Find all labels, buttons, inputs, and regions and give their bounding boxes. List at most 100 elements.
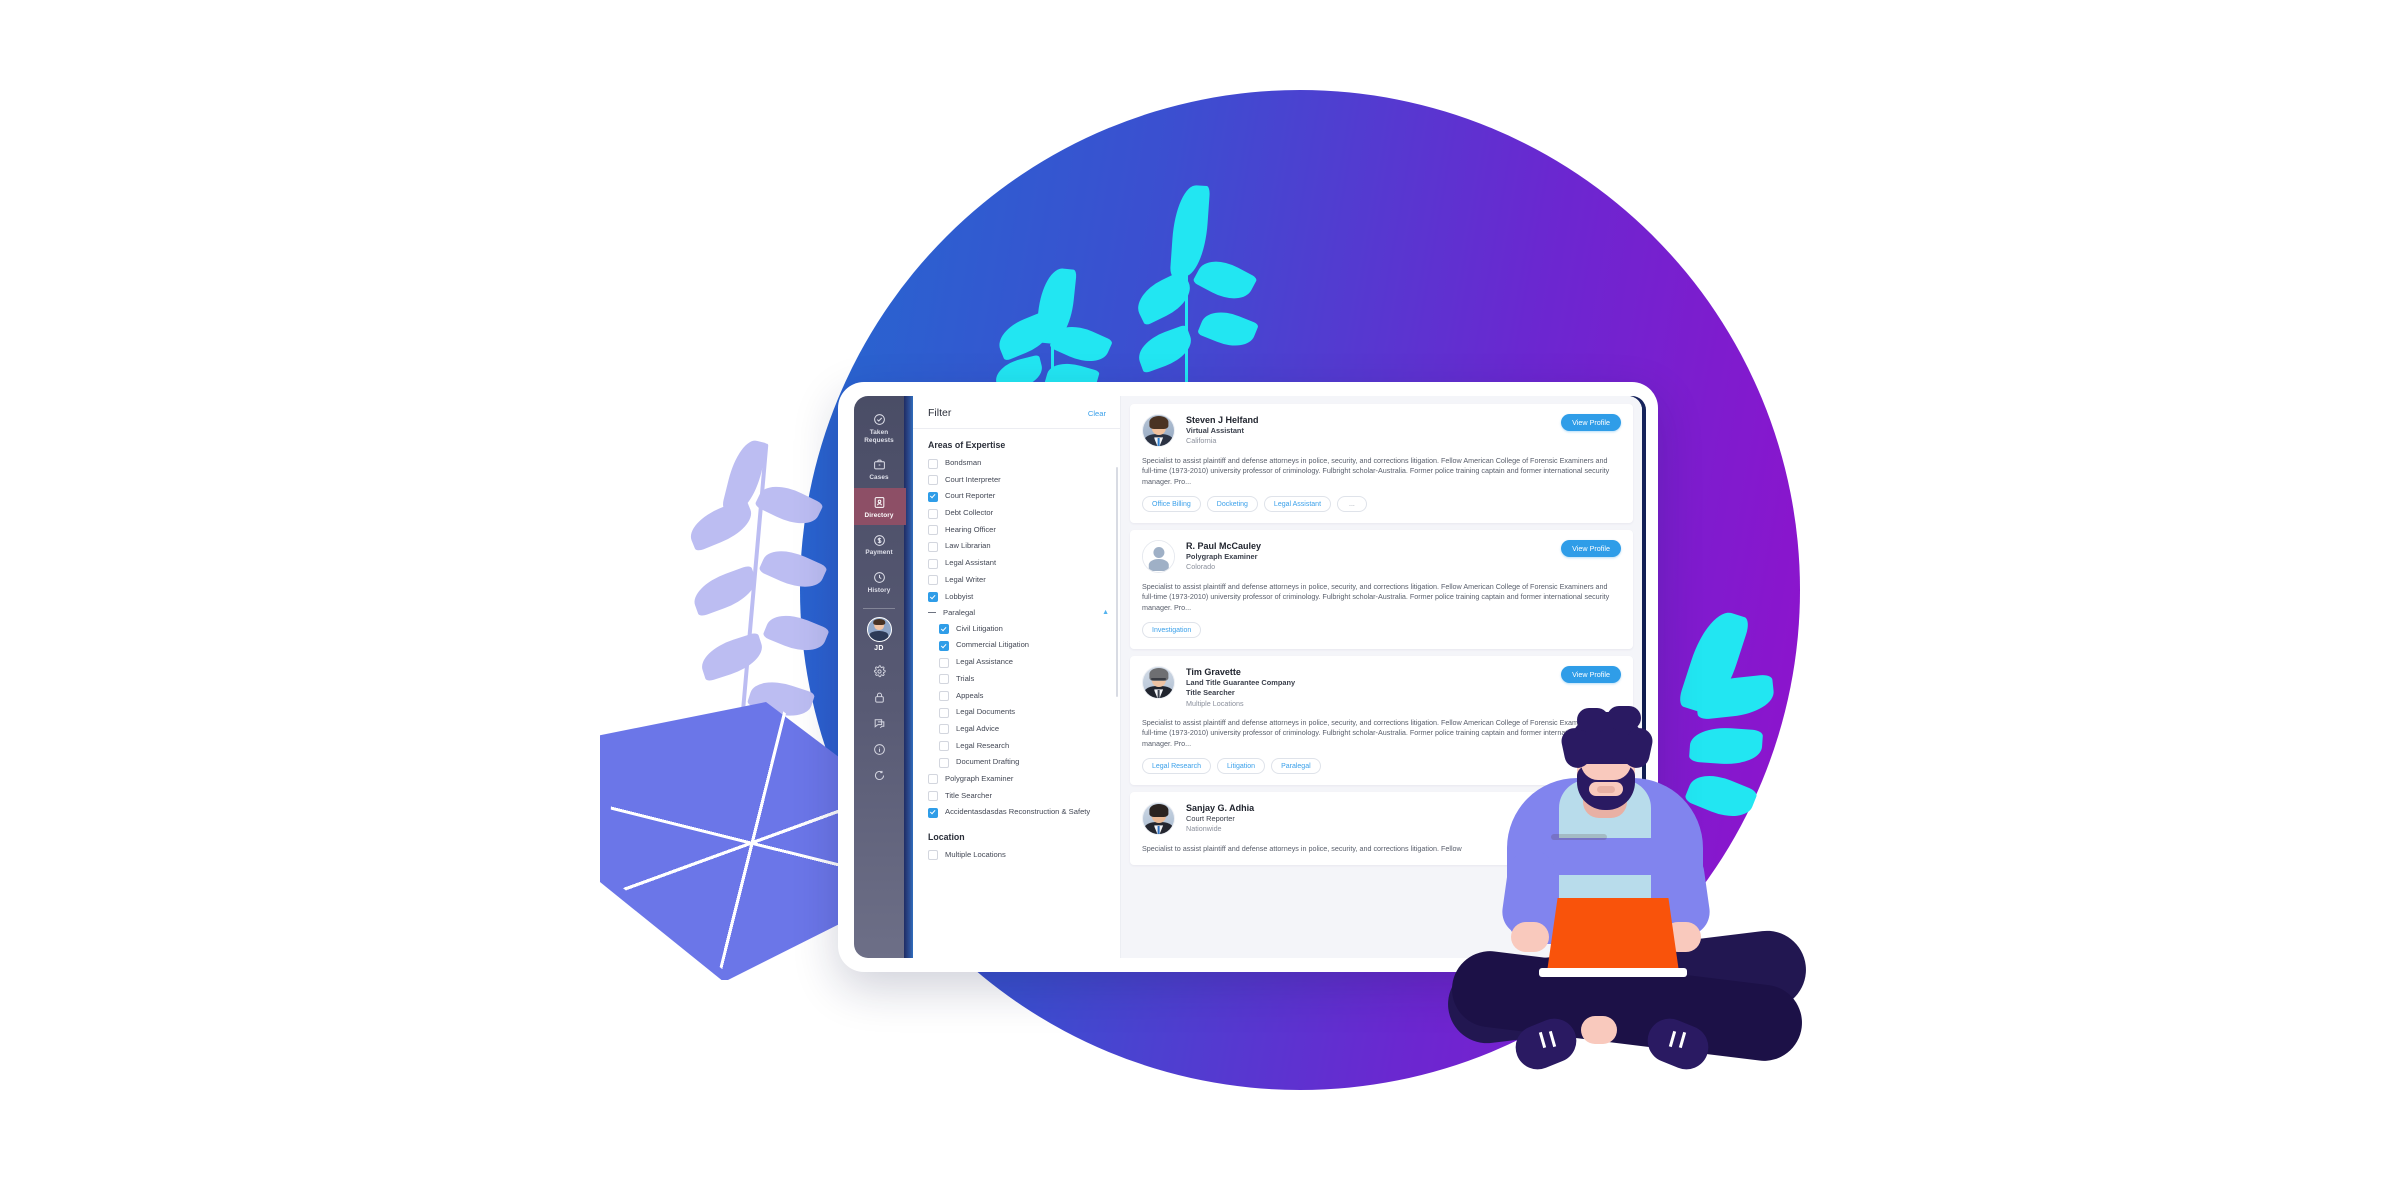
- chevron-up-icon[interactable]: ▲: [1102, 609, 1109, 616]
- filter-option-label: Document Drafting: [956, 757, 1020, 767]
- checkbox[interactable]: [939, 657, 949, 668]
- nav-item-cases[interactable]: Cases: [854, 450, 906, 488]
- profile-description: Specialist to assist plaintiff and defen…: [1142, 582, 1610, 612]
- checkbox[interactable]: [939, 707, 949, 718]
- nav-label-payment: Payment: [865, 549, 893, 557]
- checkbox[interactable]: [928, 592, 938, 602]
- tag[interactable]: Litigation: [1217, 758, 1266, 775]
- list-item[interactable]: Steven J Helfand Virtual Assistant Calif…: [1130, 404, 1633, 523]
- tag[interactable]: Legal Research: [1142, 758, 1212, 775]
- logout-button[interactable]: [873, 769, 886, 782]
- checkbox[interactable]: [928, 575, 938, 586]
- filter-option-legal-writer[interactable]: Legal Writer: [928, 575, 1121, 586]
- checkbox[interactable]: [928, 774, 938, 785]
- laptop-screen: [1547, 898, 1679, 972]
- list-item[interactable]: R. Paul McCauley Polygraph Examiner Colo…: [1130, 530, 1633, 649]
- filter-option-legal-assistance[interactable]: Legal Assistance: [939, 657, 1121, 668]
- filter-option-label: Commercial Litigation: [956, 640, 1030, 650]
- filter-option-court-interpreter[interactable]: Court Interpreter: [928, 475, 1121, 486]
- nav-label-cases: Cases: [869, 474, 889, 482]
- checkbox[interactable]: [939, 741, 949, 752]
- briefcase-icon: [854, 457, 904, 472]
- view-profile-button[interactable]: View Profile: [1561, 414, 1621, 431]
- filter-option-label: Accidentasdasdas Reconstruction & Safety: [945, 807, 1091, 817]
- filter-option-multiple-locations[interactable]: Multiple Locations: [928, 850, 1121, 861]
- filter-option-law-librarian[interactable]: Law Librarian: [928, 541, 1121, 552]
- filter-scrollbar[interactable]: [1116, 467, 1118, 697]
- nav-item-history[interactable]: History: [854, 563, 906, 601]
- profile-name: Tim Gravette: [1186, 667, 1241, 677]
- filter-option-title-searcher[interactable]: Title Searcher: [928, 791, 1121, 802]
- filter-options-scroll[interactable]: Areas of Expertise Bondsman Court Interp…: [913, 429, 1121, 958]
- filter-option-label: Debt Collector: [945, 508, 994, 518]
- checkbox[interactable]: [939, 724, 949, 735]
- checkbox[interactable]: [928, 491, 938, 502]
- tag[interactable]: Legal Assistant: [1263, 496, 1332, 512]
- checkbox[interactable]: [939, 674, 949, 685]
- checkbox[interactable]: [928, 791, 938, 802]
- filter-option-civil-litigation[interactable]: Civil Litigation: [939, 624, 1121, 635]
- checkbox[interactable]: [928, 850, 938, 861]
- security-button[interactable]: [873, 691, 886, 704]
- filter-option-label: Title Searcher: [945, 790, 992, 800]
- nav-item-payment[interactable]: Payment: [854, 525, 906, 563]
- filter-option-appeals[interactable]: Appeals: [939, 691, 1121, 702]
- filter-option-label: Legal Advice: [956, 723, 1000, 733]
- filter-option-legal-assistant[interactable]: Legal Assistant: [928, 558, 1121, 569]
- checkbox[interactable]: [928, 558, 938, 569]
- filter-option-accident-reconstruction[interactable]: Accidentasdasdas Reconstruction & Safety: [928, 807, 1121, 818]
- filter-option-label: Legal Assistant: [945, 558, 997, 568]
- filter-option-court-reporter[interactable]: Court Reporter: [928, 491, 1121, 502]
- checkbox[interactable]: [928, 525, 938, 536]
- filter-option-hearing-officer[interactable]: Hearing Officer: [928, 525, 1121, 536]
- checkbox[interactable]: [928, 508, 938, 519]
- profile-name: Steven J Helfand: [1186, 415, 1259, 425]
- checkbox[interactable]: [928, 458, 938, 469]
- nav-label-taken-requests-line1: Taken: [869, 429, 889, 436]
- checkbox[interactable]: [939, 640, 949, 651]
- filter-option-legal-documents[interactable]: Legal Documents: [939, 707, 1121, 718]
- filter-option-label: Law Librarian: [945, 541, 991, 551]
- nav-item-taken-requests[interactable]: Taken Requests: [854, 405, 906, 450]
- clear-filters-link[interactable]: Clear: [1088, 409, 1106, 418]
- laptop-logo: [1551, 834, 1607, 840]
- nav-item-directory[interactable]: Directory: [854, 487, 906, 526]
- user-initials: JD: [874, 644, 884, 652]
- filter-option-bondsman[interactable]: Bondsman: [928, 458, 1121, 469]
- filter-option-legal-advice[interactable]: Legal Advice: [939, 724, 1121, 735]
- filter-option-polygraph-examiner[interactable]: Polygraph Examiner: [928, 774, 1121, 785]
- checkbox[interactable]: [928, 475, 938, 486]
- nav-label-history: History: [867, 586, 891, 594]
- checkbox[interactable]: [928, 807, 938, 818]
- tag-more[interactable]: ...: [1337, 496, 1367, 512]
- gear-icon: [873, 664, 886, 678]
- filter-option-debt-collector[interactable]: Debt Collector: [928, 508, 1121, 519]
- filter-option-commercial-litigation[interactable]: Commercial Litigation: [939, 640, 1121, 651]
- filter-option-document-drafting[interactable]: Document Drafting: [939, 757, 1121, 768]
- filter-group-paralegal[interactable]: Paralegal ▲: [928, 608, 1121, 617]
- filter-option-label: Appeals: [956, 690, 984, 700]
- avatar: [1142, 540, 1175, 573]
- tag[interactable]: Office Billing: [1142, 496, 1201, 512]
- checkbox[interactable]: [939, 691, 949, 702]
- filter-option-legal-research[interactable]: Legal Research: [939, 741, 1121, 752]
- filter-option-label: Civil Litigation: [956, 623, 1003, 633]
- messages-button[interactable]: [873, 717, 886, 730]
- checkbox[interactable]: [939, 757, 949, 768]
- checkbox[interactable]: [939, 624, 949, 635]
- primary-nav-rail: Taken Requests Cases Directory Payment H…: [854, 396, 906, 958]
- avatar[interactable]: [866, 616, 892, 642]
- tag[interactable]: Paralegal: [1271, 758, 1321, 775]
- tag[interactable]: Docketing: [1206, 496, 1258, 512]
- help-button[interactable]: [873, 743, 886, 756]
- view-profile-button[interactable]: View Profile: [1561, 666, 1621, 683]
- filter-header: Filter Clear: [913, 396, 1121, 429]
- filter-option-trials[interactable]: Trials: [939, 674, 1121, 685]
- tag[interactable]: Investigation: [1142, 622, 1202, 638]
- indeterminate-checkbox[interactable]: [928, 609, 936, 617]
- view-profile-button[interactable]: View Profile: [1561, 540, 1621, 557]
- checkbox[interactable]: [928, 541, 938, 552]
- filter-option-lobbyist[interactable]: Lobbyist: [928, 592, 1121, 602]
- settings-button[interactable]: [873, 664, 886, 678]
- page-title: Filter: [928, 407, 952, 419]
